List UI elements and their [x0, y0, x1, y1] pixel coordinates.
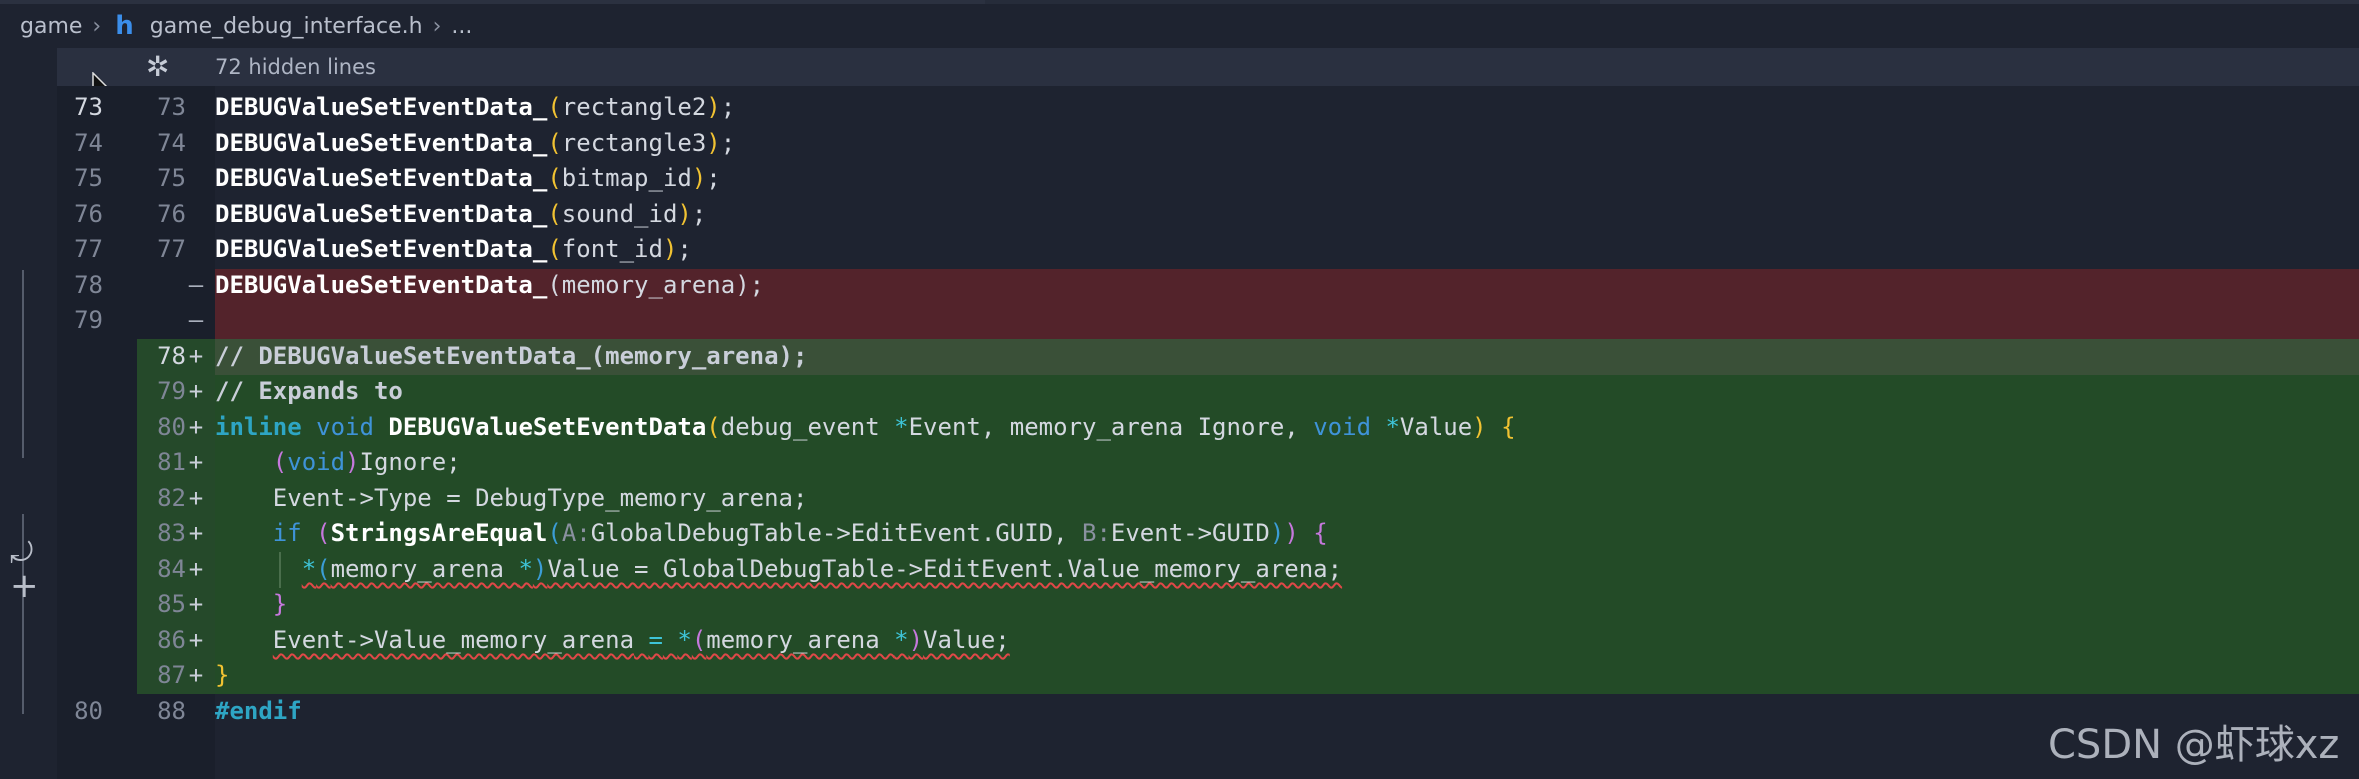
code-line: DEBUGValueSetEventData_(bitmap_id);	[215, 164, 721, 192]
diff-marker-added: +	[188, 555, 204, 583]
code-line-added: Event->Value_memory_arena = *(memory_are…	[272, 626, 1010, 654]
new-line-number: 84	[157, 555, 186, 583]
code-line-added: *(memory_arena *)Value = GlobalDebugTabl…	[301, 555, 1343, 583]
code-line: DEBUGValueSetEventData_(font_id);	[215, 235, 692, 263]
new-line-number: 83	[157, 519, 186, 547]
old-line-number: 79	[74, 306, 103, 334]
old-line-number: 76	[74, 200, 103, 228]
code-line-added: }	[215, 661, 230, 689]
breadcrumb: game › h game_debug_interface.h › ...	[0, 4, 2359, 48]
diff-marker-added: +	[188, 590, 204, 618]
code-line-added: inline void DEBUGValueSetEventData(debug…	[215, 413, 1516, 441]
diff-marker-added: +	[188, 519, 204, 547]
code-line: DEBUGValueSetEventData_(rectangle3);	[215, 129, 736, 157]
diff-marker-added: +	[188, 626, 204, 654]
new-line-number: 82	[157, 484, 186, 512]
new-line-number: 78	[157, 342, 186, 370]
old-line-number: 78	[74, 271, 103, 299]
diff-marker-deleted: —	[188, 271, 204, 299]
code-line-added: // DEBUGValueSetEventData_(memory_arena)…	[215, 342, 808, 370]
change-gutter: ⤾ +	[0, 86, 57, 779]
code-line-added: (void)Ignore;	[272, 448, 461, 476]
diff-marker-added: +	[188, 448, 204, 476]
code-line: #endif	[215, 697, 302, 725]
change-bar	[22, 270, 24, 458]
new-line-number: 87	[157, 661, 186, 689]
watermark: CSDN @虾球xz	[2048, 722, 2340, 768]
code-line-deleted: DEBUGValueSetEventData_(memory_arena);	[215, 271, 765, 299]
old-line-number: 73	[74, 93, 103, 121]
diff-marker-added: +	[188, 413, 204, 441]
diff-marker-added: +	[188, 661, 204, 689]
new-line-number: 85	[157, 590, 186, 618]
diff-marker-added: +	[188, 484, 204, 512]
hidden-lines-label[interactable]: 72 hidden lines	[215, 55, 376, 79]
old-line-number: 74	[74, 129, 103, 157]
unfold-icon[interactable]: ✲	[146, 50, 169, 83]
new-line-number: 74	[157, 129, 186, 157]
stage-plus-icon[interactable]: +	[10, 566, 39, 606]
old-line-number: 77	[74, 235, 103, 263]
breadcrumb-root[interactable]: game	[20, 14, 82, 39]
diff-marker-added: +	[188, 377, 204, 405]
hidden-lines-bar[interactable]: ✲ 72 hidden lines	[57, 48, 2359, 86]
new-line-number: 86	[157, 626, 186, 654]
new-line-number: 80	[157, 413, 186, 441]
code-line: DEBUGValueSetEventData_(rectangle2);	[215, 93, 736, 121]
new-line-number: 88	[157, 697, 186, 725]
breadcrumb-symbols[interactable]: ...	[451, 14, 472, 39]
chevron-right-icon: ›	[432, 13, 442, 39]
code-line-added: }	[272, 590, 288, 618]
code-line-added: if (StringsAreEqual(A:GlobalDebugTable->…	[272, 519, 1328, 547]
code-line-added: Event->Type = DebugType_memory_arena;	[272, 484, 808, 512]
chevron-right-icon: ›	[92, 13, 102, 39]
revert-icon[interactable]: ⤾	[10, 536, 33, 570]
old-line-number: 75	[74, 164, 103, 192]
breadcrumb-file[interactable]: game_debug_interface.h	[150, 14, 423, 39]
diff-marker-deleted: —	[188, 306, 204, 334]
new-line-number: 81	[157, 448, 186, 476]
diff-marker-added: +	[188, 342, 204, 370]
new-line-number: 73	[157, 93, 186, 121]
new-line-number: 77	[157, 235, 186, 263]
code-line: DEBUGValueSetEventData_(sound_id);	[215, 200, 707, 228]
code-line-added: // Expands to	[215, 377, 403, 405]
new-line-number: 75	[157, 164, 186, 192]
new-line-number: 79	[157, 377, 186, 405]
new-line-number: 76	[157, 200, 186, 228]
old-line-number: 80	[74, 697, 103, 725]
header-file-icon: h	[115, 11, 134, 41]
